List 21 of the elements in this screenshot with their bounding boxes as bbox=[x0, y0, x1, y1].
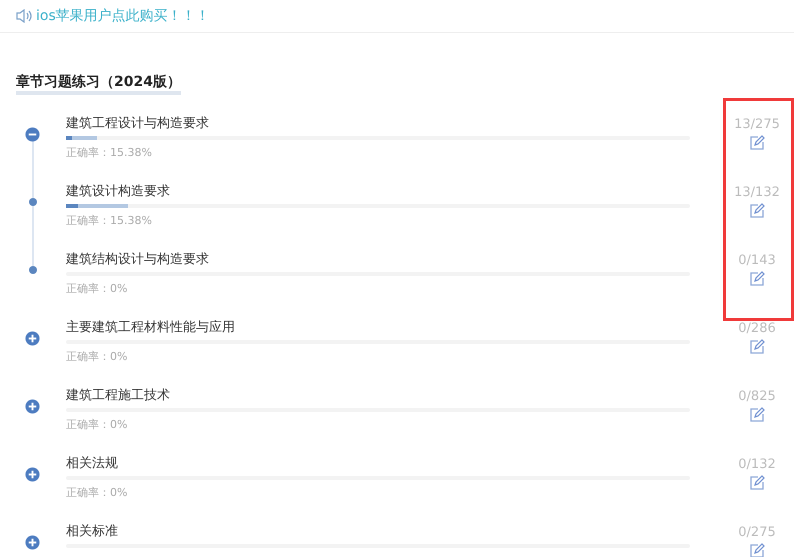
question-count: 0/825 bbox=[738, 389, 776, 404]
chapter-title[interactable]: 建筑结构设计与构造要求 bbox=[66, 251, 690, 269]
accuracy-text: 正确率：0% bbox=[66, 282, 128, 296]
accuracy-text: 正确率：0% bbox=[66, 350, 128, 364]
question-count: 0/143 bbox=[738, 253, 776, 268]
question-count: 0/275 bbox=[738, 525, 776, 540]
question-count: 13/275 bbox=[734, 117, 780, 132]
accuracy-text: 正确率：0% bbox=[66, 418, 128, 432]
chapter-title[interactable]: 建筑工程设计与构造要求 bbox=[66, 115, 690, 133]
chapter-title[interactable]: 相关法规 bbox=[66, 455, 690, 473]
question-count: 0/132 bbox=[738, 457, 776, 472]
chapter-title[interactable]: 主要建筑工程材料性能与应用 bbox=[66, 319, 690, 337]
chapter-title[interactable]: 建筑工程施工技术 bbox=[66, 387, 690, 405]
section-heading: 章节习题练习（2024版） bbox=[16, 74, 181, 95]
question-count: 13/132 bbox=[734, 185, 780, 200]
accuracy-text: 正确率：15.38% bbox=[66, 146, 153, 160]
chapter-title[interactable]: 相关标准 bbox=[66, 523, 690, 541]
question-count: 0/286 bbox=[738, 321, 776, 336]
chapter-title[interactable]: 建筑设计构造要求 bbox=[66, 183, 690, 201]
accuracy-text: 正确率：0% bbox=[66, 486, 128, 500]
accuracy-text: 正确率：15.38% bbox=[66, 214, 153, 228]
